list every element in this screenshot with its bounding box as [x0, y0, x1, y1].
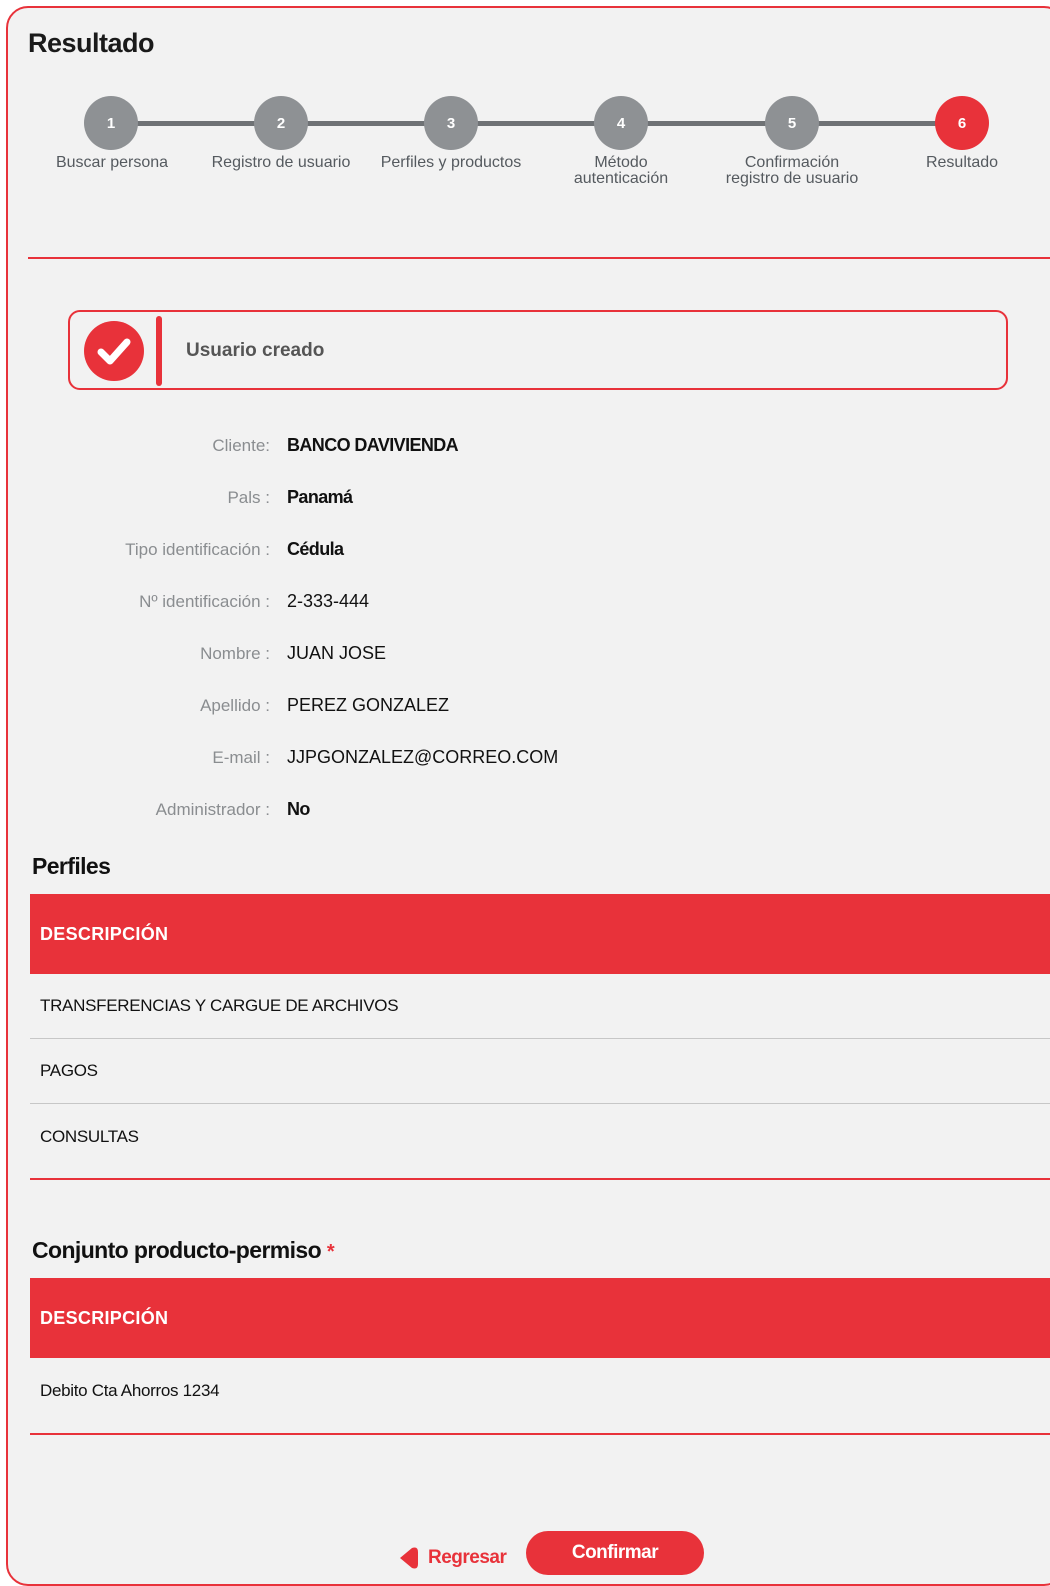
detail-row-administrador: Administrador : No [8, 796, 1050, 826]
table-row: CONSULTAS [40, 1126, 139, 1146]
detail-row-apellido: Apellido : PEREZ GONZALEZ [8, 692, 1050, 722]
required-marker: * [326, 1241, 335, 1263]
product-permissions-section-title: Conjunto producto-permiso * [32, 1237, 335, 1264]
detail-label: Nº identificación : [139, 592, 270, 611]
detail-row-nombre: Nombre : JUAN JOSE [8, 640, 1050, 670]
back-arrow-icon [400, 1547, 418, 1569]
step-6-label: Resultado [925, 154, 999, 171]
detail-row-email: E-mail : JJPGONZALEZ@CORREO.COM [8, 744, 1050, 774]
step-3-circle: 3 [424, 96, 478, 150]
step-5-circle: 5 [765, 96, 819, 150]
table-row: Debito Cta Ahorros 1234 [40, 1380, 220, 1400]
result-panel: Resultado 1 2 3 4 5 6 Buscar persona Reg… [6, 6, 1050, 1586]
detail-label: Apellido : [200, 696, 270, 715]
success-alert: Usuario creado [68, 310, 1008, 390]
table-row: TRANSFERENCIAS Y CARGUE DE ARCHIVOS [30, 974, 1050, 1039]
back-button[interactable]: Regresar [398, 1543, 507, 1573]
product-permissions-divider [30, 1433, 1050, 1435]
detail-value: 2-333-444 [287, 591, 370, 611]
step-4-label: Método autenticación [531, 155, 711, 187]
product-permissions-table-header: DESCRIPCIÓN [30, 1278, 1050, 1358]
profiles-divider [30, 1178, 1050, 1180]
alert-accent-bar [156, 316, 162, 386]
detail-value: Panamá [287, 487, 353, 507]
step-5-label: Confirmación registro de usuario [702, 155, 882, 187]
step-3-label: Perfiles y productos [380, 154, 522, 171]
back-button-label: Regresar [428, 1547, 507, 1568]
detail-row-numero-identificacion: Nº identificación : 2-333-444 [8, 588, 1050, 618]
profiles-table: DESCRIPCIÓN TRANSFERENCIAS Y CARGUE DE A… [30, 894, 1050, 1169]
progress-stepper: 1 2 3 4 5 6 Buscar persona Registro de u… [8, 8, 1050, 208]
profiles-table-header: DESCRIPCIÓN [30, 894, 1050, 974]
table-row: PAGOS [30, 1039, 1050, 1104]
product-permissions-title-text: Conjunto producto-permiso [32, 1237, 322, 1263]
step-1-label: Buscar persona [55, 154, 169, 171]
detail-row-pais: Pals : Panamá [8, 484, 1050, 514]
step-4-label-line2: autenticación [573, 170, 669, 187]
detail-value: Cédula [287, 539, 344, 559]
check-circle-icon [84, 321, 144, 381]
step-4-label-line1: Método [594, 154, 648, 171]
detail-value: PEREZ GONZALEZ [287, 695, 450, 715]
confirm-button[interactable]: Confirmar [526, 1531, 704, 1575]
detail-label: Pals : [227, 488, 270, 507]
detail-label: Cliente: [212, 436, 270, 455]
step-5-label-line1: Confirmación [744, 154, 840, 171]
stepper-connector-line [108, 121, 963, 126]
profiles-section-title: Perfiles [32, 853, 111, 879]
detail-value: JUAN JOSE [287, 643, 387, 663]
product-permissions-table: DESCRIPCIÓN Debito Cta Ahorros 1234 [30, 1278, 1050, 1423]
step-5-label-line2: registro de usuario [725, 170, 859, 187]
header-divider [28, 257, 1050, 259]
detail-value: JJPGONZALEZ@CORREO.COM [287, 747, 559, 767]
detail-row-cliente: Cliente: BANCO DAVIVIENDA [8, 432, 1050, 462]
detail-value: No [287, 799, 310, 819]
step-1-circle: 1 [84, 96, 138, 150]
step-6-circle-active: 6 [935, 96, 989, 150]
step-2-circle: 2 [254, 96, 308, 150]
step-4-circle: 4 [594, 96, 648, 150]
step-2-label: Registro de usuario [211, 154, 351, 171]
detail-label: Tipo identificación : [125, 540, 270, 559]
detail-label: Administrador : [155, 800, 270, 819]
detail-row-tipo-identificacion: Tipo identificación : Cédula [8, 536, 1050, 566]
detail-label: E-mail : [212, 748, 270, 767]
alert-message: Usuario creado [186, 340, 325, 361]
detail-label: Nombre : [200, 644, 270, 663]
detail-value: BANCO DAVIVIENDA [287, 435, 459, 455]
